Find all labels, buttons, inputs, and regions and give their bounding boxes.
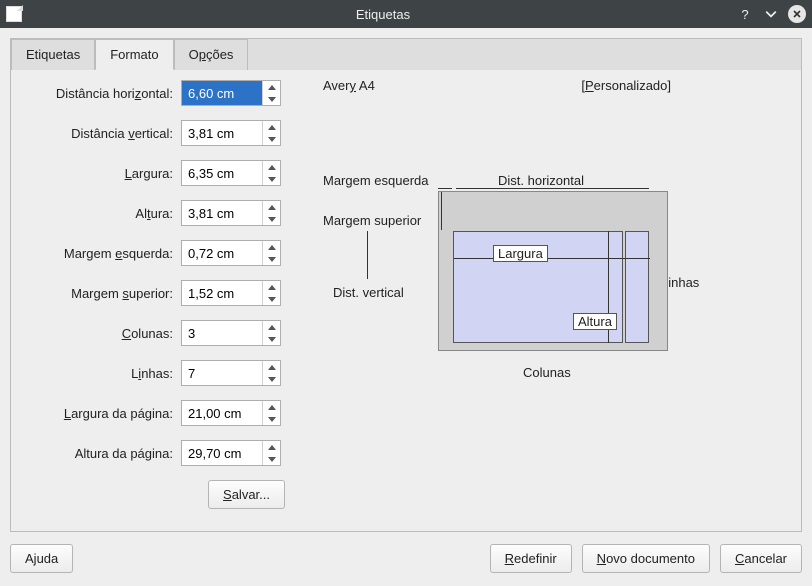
form-panel: Distância horizontal: Distância vertical… — [11, 70, 293, 530]
spin-up-icon[interactable] — [263, 441, 280, 453]
app-icon — [6, 6, 22, 22]
tabs: Etiquetas Formato Opções — [11, 39, 801, 70]
redefinir-button[interactable]: Redefinir — [490, 544, 572, 573]
spin-down-icon[interactable] — [263, 253, 280, 265]
diagram-colunas: Colunas — [523, 365, 571, 380]
label-altura-pagina: Altura da página: — [21, 446, 181, 461]
label-linhas: Linhas: — [21, 366, 181, 381]
window-title: Etiquetas — [30, 7, 736, 22]
label-dist-horizontal: Distância horizontal: — [21, 86, 181, 101]
spin-up-icon[interactable] — [263, 241, 280, 253]
margem-superior-input[interactable] — [182, 281, 262, 305]
altura-input[interactable] — [182, 201, 262, 225]
label-largura: Largura: — [21, 166, 181, 181]
diagram-margem-esquerda: Margem esquerda — [323, 173, 429, 188]
spin-down-icon[interactable] — [263, 133, 280, 145]
label-colunas: Colunas: — [21, 326, 181, 341]
margem-esquerda-stepper[interactable] — [181, 240, 281, 266]
colunas-stepper[interactable] — [181, 320, 281, 346]
diagram-label-2 — [625, 231, 649, 343]
label-dist-vertical: Distância vertical: — [21, 126, 181, 141]
spin-up-icon[interactable] — [263, 81, 280, 93]
tab-etiquetas[interactable]: Etiquetas — [11, 39, 95, 70]
salvar-button[interactable]: Salvar... — [208, 480, 285, 509]
help-icon[interactable]: ? — [736, 5, 754, 23]
minimize-icon[interactable] — [762, 5, 780, 23]
altura-pagina-stepper[interactable] — [181, 440, 281, 466]
button-bar: Ajuda Redefinir Novo documento Cancelar — [10, 532, 802, 573]
linhas-input[interactable] — [182, 361, 262, 385]
spin-up-icon[interactable] — [263, 321, 280, 333]
diagram-dist-horizontal: Dist. horizontal — [498, 173, 584, 188]
tab-opcoes[interactable]: Opções — [174, 39, 249, 70]
margem-esquerda-input[interactable] — [182, 241, 262, 265]
label-diagram: Margem esquerda Dist. horizontal Margem … — [323, 173, 753, 433]
spin-down-icon[interactable] — [263, 213, 280, 225]
spin-up-icon[interactable] — [263, 281, 280, 293]
diagram-margem-superior: Margem superior — [323, 213, 421, 228]
tab-formato[interactable]: Formato — [95, 39, 173, 70]
altura-stepper[interactable] — [181, 200, 281, 226]
spin-up-icon[interactable] — [263, 201, 280, 213]
preview-panel: Avery A4 [Personalizado] Margem esquerda… — [293, 70, 801, 530]
linhas-stepper[interactable] — [181, 360, 281, 386]
dist-horizontal-input[interactable] — [182, 81, 262, 105]
spin-up-icon[interactable] — [263, 121, 280, 133]
preview-brand: Avery A4 — [323, 78, 375, 93]
dist-vertical-stepper[interactable] — [181, 120, 281, 146]
spin-down-icon[interactable] — [263, 93, 280, 105]
close-icon[interactable] — [788, 5, 806, 23]
label-altura: Altura: — [21, 206, 181, 221]
spin-down-icon[interactable] — [263, 453, 280, 465]
novo-documento-button[interactable]: Novo documento — [582, 544, 710, 573]
largura-stepper[interactable] — [181, 160, 281, 186]
altura-pagina-input[interactable] — [182, 441, 262, 465]
dist-vertical-input[interactable] — [182, 121, 262, 145]
ajuda-button[interactable]: Ajuda — [10, 544, 73, 573]
largura-input[interactable] — [182, 161, 262, 185]
spin-down-icon[interactable] — [263, 293, 280, 305]
colunas-input[interactable] — [182, 321, 262, 345]
spin-up-icon[interactable] — [263, 161, 280, 173]
margem-superior-stepper[interactable] — [181, 280, 281, 306]
diagram-altura: Altura — [573, 313, 617, 330]
preview-format: [Personalizado] — [581, 78, 671, 93]
spin-down-icon[interactable] — [263, 333, 280, 345]
dist-horizontal-stepper[interactable] — [181, 80, 281, 106]
cancelar-button[interactable]: Cancelar — [720, 544, 802, 573]
label-margem-esquerda: Margem esquerda: — [21, 246, 181, 261]
largura-pagina-input[interactable] — [182, 401, 262, 425]
spin-down-icon[interactable] — [263, 173, 280, 185]
titlebar: Etiquetas ? — [0, 0, 812, 28]
spin-up-icon[interactable] — [263, 401, 280, 413]
label-largura-pagina: Largura da página: — [21, 406, 181, 421]
spin-up-icon[interactable] — [263, 361, 280, 373]
diagram-dist-vertical: Dist. vertical — [333, 285, 404, 300]
spin-down-icon[interactable] — [263, 413, 280, 425]
largura-pagina-stepper[interactable] — [181, 400, 281, 426]
label-margem-superior: Margem superior: — [21, 286, 181, 301]
diagram-largura: Largura — [493, 245, 548, 262]
spin-down-icon[interactable] — [263, 373, 280, 385]
